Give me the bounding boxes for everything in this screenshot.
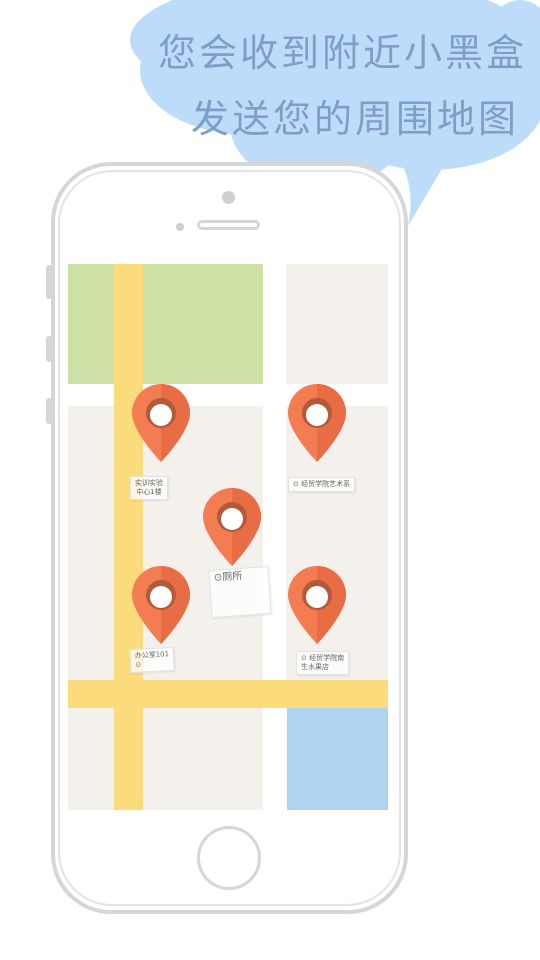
map-block [68, 708, 263, 810]
road-horizontal [68, 680, 388, 708]
location-label[interactable]: ⊙厕所 [208, 565, 272, 619]
location-pin-icon[interactable] [132, 566, 190, 644]
banner-line-2: 发送您的周围地图 [190, 97, 519, 141]
front-camera [222, 191, 235, 204]
location-label[interactable]: 实训实验 中心1楼 [130, 476, 168, 500]
location-pin-icon[interactable] [203, 488, 261, 566]
banner-line-1: 您会收到附近小黑盒 [157, 31, 527, 75]
location-label[interactable]: ⊙ 经贸学院艺术系 [288, 477, 356, 492]
home-button[interactable] [197, 826, 261, 890]
location-pin-icon[interactable] [288, 566, 346, 644]
location-pin-icon[interactable] [132, 384, 190, 462]
location-label[interactable]: ⊙ 经贸学院南 生水果店 [296, 651, 350, 675]
road-vertical [114, 264, 143, 810]
map-block [286, 264, 388, 384]
earpiece-speaker [197, 220, 260, 230]
location-pin-icon[interactable] [288, 384, 346, 462]
location-label[interactable]: 办公室101 ⊙ [129, 646, 175, 674]
proximity-sensor [176, 223, 184, 231]
park-area [68, 264, 263, 384]
map-screen[interactable]: 实训实验 中心1楼 ⊙ 经贸学院艺术系 ⊙厕所 办公室101 ⊙ ⊙ 经贸学院南… [68, 264, 388, 810]
water-area [287, 708, 388, 810]
